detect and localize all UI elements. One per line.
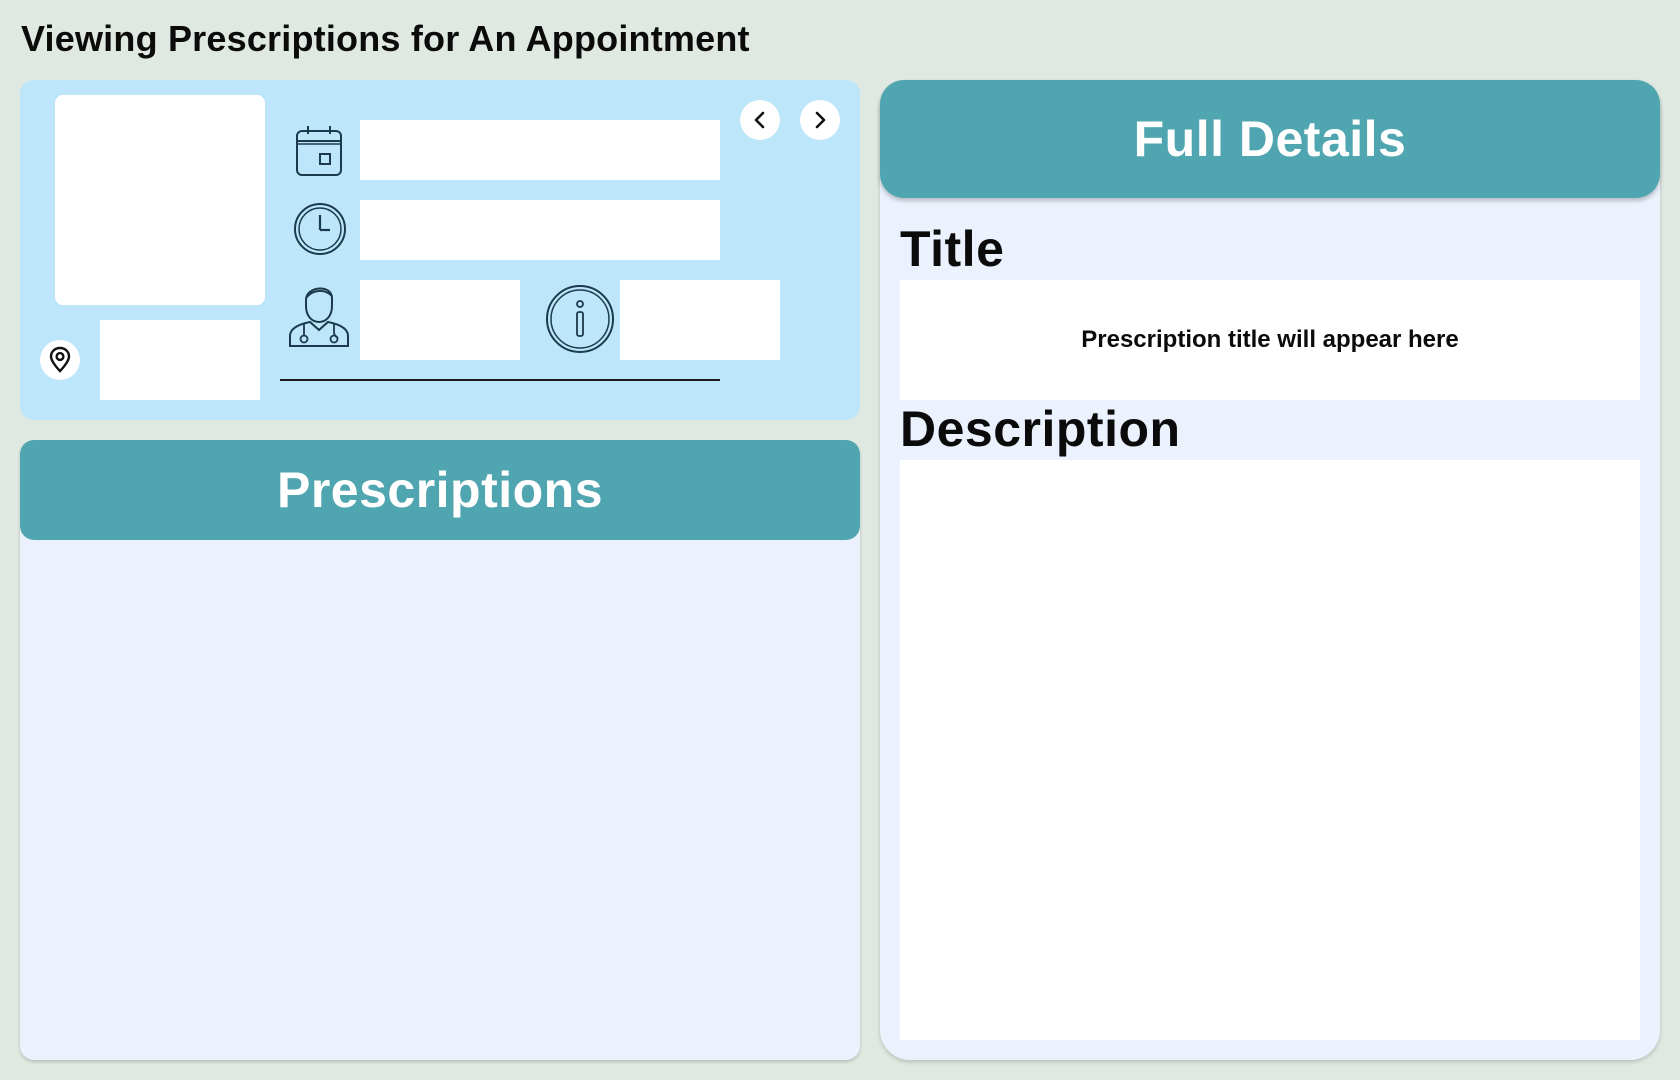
full-details-panel: Full Details Title Prescription title wi… xyxy=(880,80,1660,1060)
prescription-title-field: Prescription title will appear here xyxy=(900,280,1640,400)
doctor-icon xyxy=(286,276,352,348)
time-field xyxy=(360,200,720,260)
prescriptions-list[interactable] xyxy=(20,540,860,1060)
divider xyxy=(280,379,720,381)
status-field xyxy=(620,280,780,360)
chevron-left-icon xyxy=(754,111,765,129)
clock-icon xyxy=(293,202,347,256)
description-label: Description xyxy=(900,401,1181,457)
title-label: Title xyxy=(900,221,1005,277)
page-title: Viewing Prescriptions for An Appointment xyxy=(21,18,750,59)
prescription-description-field xyxy=(900,460,1640,1040)
info-icon xyxy=(545,284,615,354)
calendar-icon xyxy=(294,124,346,178)
prescriptions-panel: Prescriptions xyxy=(20,440,860,1060)
date-field xyxy=(360,120,720,180)
location-field xyxy=(100,320,260,400)
appointment-card xyxy=(20,80,860,420)
appointment-photo xyxy=(55,95,265,305)
full-details-header: Full Details xyxy=(880,80,1660,198)
chevron-right-icon xyxy=(815,111,826,129)
prescriptions-header: Prescriptions xyxy=(20,440,860,540)
page: Viewing Prescriptions for An Appointment xyxy=(0,0,1680,1080)
next-appointment-button[interactable] xyxy=(800,100,840,140)
location-pin-icon xyxy=(40,340,80,380)
previous-appointment-button[interactable] xyxy=(740,100,780,140)
doctor-field xyxy=(360,280,520,360)
